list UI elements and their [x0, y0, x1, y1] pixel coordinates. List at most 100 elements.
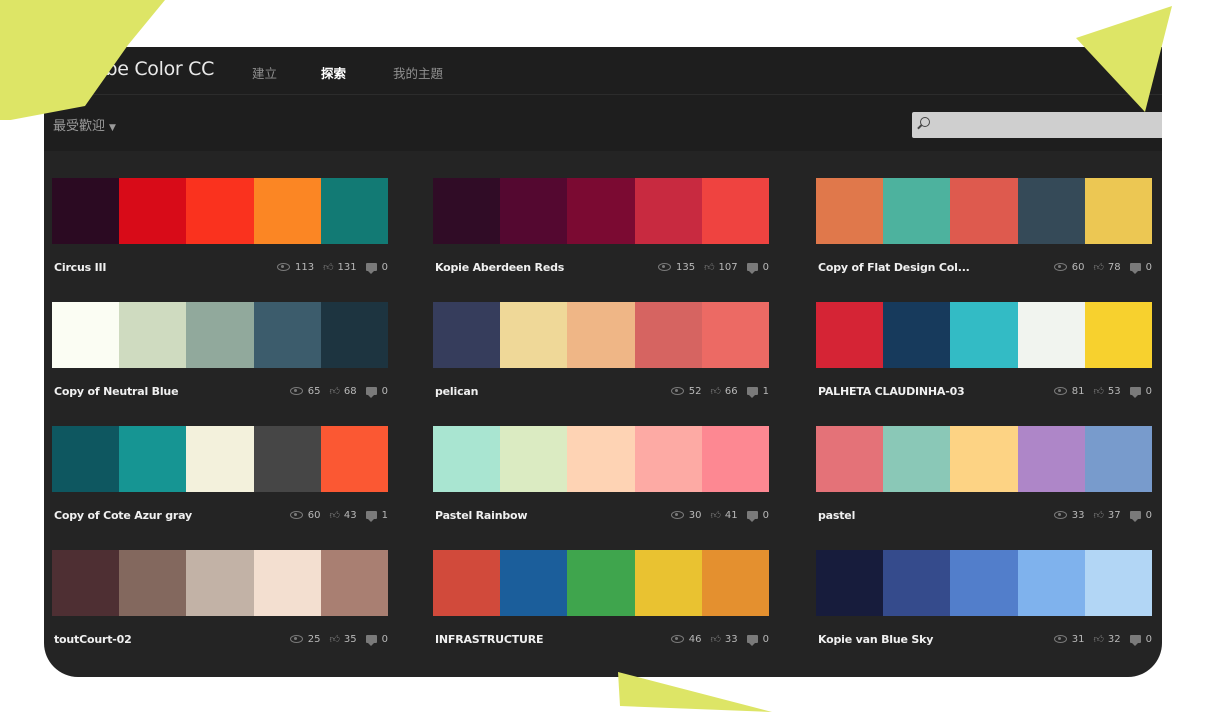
theme-title[interactable]: Copy of Flat Design Col...: [818, 261, 970, 274]
theme-title[interactable]: Copy of Cote Azur gray: [54, 509, 192, 522]
color-swatch[interactable]: [433, 178, 501, 244]
color-swatch[interactable]: [119, 426, 187, 492]
color-swatch-strip[interactable]: [52, 302, 389, 368]
color-swatch[interactable]: [701, 178, 770, 244]
color-swatch[interactable]: [701, 302, 770, 368]
theme-card[interactable]: Copy of Neutral Blue 65 👍︎ 68 0: [52, 302, 389, 412]
color-swatch[interactable]: [186, 302, 254, 368]
comment-icon[interactable]: [746, 387, 758, 398]
theme-card[interactable]: pastel 33 👍︎ 37 0: [816, 426, 1153, 536]
theme-title[interactable]: Pastel Rainbow: [435, 509, 528, 522]
theme-title[interactable]: pastel: [818, 509, 855, 522]
color-swatch[interactable]: [634, 550, 702, 616]
color-swatch[interactable]: [320, 178, 389, 244]
theme-card[interactable]: Pastel Rainbow 30 👍︎ 41 0: [433, 426, 770, 536]
color-swatch[interactable]: [119, 550, 187, 616]
color-swatch[interactable]: [52, 426, 120, 492]
thumbs-up-icon[interactable]: 👍︎: [704, 261, 714, 273]
color-swatch[interactable]: [567, 178, 635, 244]
color-swatch-strip[interactable]: [816, 550, 1153, 616]
color-swatch[interactable]: [816, 426, 884, 492]
nav-my-themes[interactable]: 我的主題: [393, 63, 443, 82]
theme-title[interactable]: Kopie Aberdeen Reds: [435, 261, 564, 274]
color-swatch[interactable]: [119, 302, 187, 368]
comment-icon[interactable]: [746, 263, 758, 274]
color-swatch[interactable]: [500, 178, 568, 244]
color-swatch[interactable]: [320, 550, 389, 616]
thumbs-up-icon[interactable]: 👍︎: [710, 633, 720, 645]
thumbs-up-icon[interactable]: 👍︎: [1093, 633, 1103, 645]
color-swatch[interactable]: [883, 302, 951, 368]
color-swatch[interactable]: [1017, 302, 1085, 368]
comment-icon[interactable]: [365, 511, 377, 522]
color-swatch[interactable]: [634, 178, 702, 244]
color-swatch[interactable]: [634, 302, 702, 368]
color-swatch[interactable]: [1084, 178, 1153, 244]
thumbs-up-icon[interactable]: 👍︎: [1093, 261, 1103, 273]
color-swatch[interactable]: [950, 426, 1018, 492]
thumbs-up-icon[interactable]: 👍︎: [710, 385, 720, 397]
color-swatch-strip[interactable]: [52, 178, 389, 244]
color-swatch[interactable]: [883, 178, 951, 244]
theme-title[interactable]: toutCourt-02: [54, 633, 132, 646]
nav-create[interactable]: 建立: [252, 63, 277, 82]
comment-icon[interactable]: [1129, 511, 1141, 522]
color-swatch[interactable]: [883, 550, 951, 616]
theme-card[interactable]: Kopie van Blue Sky 31 👍︎ 32 0: [816, 550, 1153, 660]
thumbs-up-icon[interactable]: 👍︎: [1093, 509, 1103, 521]
color-swatch-strip[interactable]: [52, 550, 389, 616]
color-swatch[interactable]: [1017, 426, 1085, 492]
thumbs-up-icon[interactable]: 👍︎: [710, 509, 720, 521]
color-swatch[interactable]: [1017, 178, 1085, 244]
color-swatch[interactable]: [883, 426, 951, 492]
thumbs-up-icon[interactable]: 👍︎: [329, 509, 339, 521]
color-swatch[interactable]: [816, 302, 884, 368]
nav-explore[interactable]: 探索: [321, 63, 346, 82]
color-swatch[interactable]: [950, 178, 1018, 244]
theme-card[interactable]: Copy of Cote Azur gray 60 👍︎ 43 1: [52, 426, 389, 536]
color-swatch[interactable]: [52, 302, 120, 368]
thumbs-up-icon[interactable]: 👍︎: [329, 385, 339, 397]
color-swatch[interactable]: [320, 426, 389, 492]
color-swatch[interactable]: [701, 550, 770, 616]
comment-icon[interactable]: [365, 263, 377, 274]
color-swatch-strip[interactable]: [433, 302, 770, 368]
color-swatch[interactable]: [500, 426, 568, 492]
comment-icon[interactable]: [746, 511, 758, 522]
color-swatch[interactable]: [186, 426, 254, 492]
color-swatch[interactable]: [567, 426, 635, 492]
color-swatch-strip[interactable]: [816, 302, 1153, 368]
color-swatch-strip[interactable]: [433, 426, 770, 492]
color-swatch[interactable]: [320, 302, 389, 368]
comment-icon[interactable]: [365, 387, 377, 398]
color-swatch[interactable]: [816, 178, 884, 244]
comment-icon[interactable]: [1129, 387, 1141, 398]
color-swatch[interactable]: [634, 426, 702, 492]
theme-card[interactable]: PALHETA CLAUDINHA-03 81 👍︎ 53 0: [816, 302, 1153, 412]
thumbs-up-icon[interactable]: 👍︎: [1093, 385, 1103, 397]
comment-icon[interactable]: [1129, 635, 1141, 646]
color-swatch[interactable]: [1084, 302, 1153, 368]
theme-title[interactable]: Circus III: [54, 261, 106, 274]
theme-title[interactable]: PALHETA CLAUDINHA-03: [818, 385, 965, 398]
color-swatch[interactable]: [253, 426, 321, 492]
theme-title[interactable]: Copy of Neutral Blue: [54, 385, 179, 398]
theme-card[interactable]: toutCourt-02 25 👍︎ 35 0: [52, 550, 389, 660]
theme-card[interactable]: INFRASTRUCTURE 46 👍︎ 33 0: [433, 550, 770, 660]
color-swatch[interactable]: [950, 550, 1018, 616]
color-swatch[interactable]: [186, 178, 254, 244]
color-swatch[interactable]: [500, 302, 568, 368]
comment-icon[interactable]: [1129, 263, 1141, 274]
theme-title[interactable]: pelican: [435, 385, 478, 398]
thumbs-up-icon[interactable]: 👍︎: [323, 261, 333, 273]
thumbs-up-icon[interactable]: 👍︎: [329, 633, 339, 645]
color-swatch-strip[interactable]: [52, 426, 389, 492]
color-swatch-strip[interactable]: [816, 178, 1153, 244]
color-swatch[interactable]: [119, 178, 187, 244]
color-swatch[interactable]: [500, 550, 568, 616]
theme-card[interactable]: Copy of Flat Design Col... 60 👍︎ 78 0: [816, 178, 1153, 288]
theme-title[interactable]: Kopie van Blue Sky: [818, 633, 933, 646]
color-swatch[interactable]: [253, 178, 321, 244]
color-swatch[interactable]: [567, 550, 635, 616]
color-swatch[interactable]: [52, 178, 120, 244]
